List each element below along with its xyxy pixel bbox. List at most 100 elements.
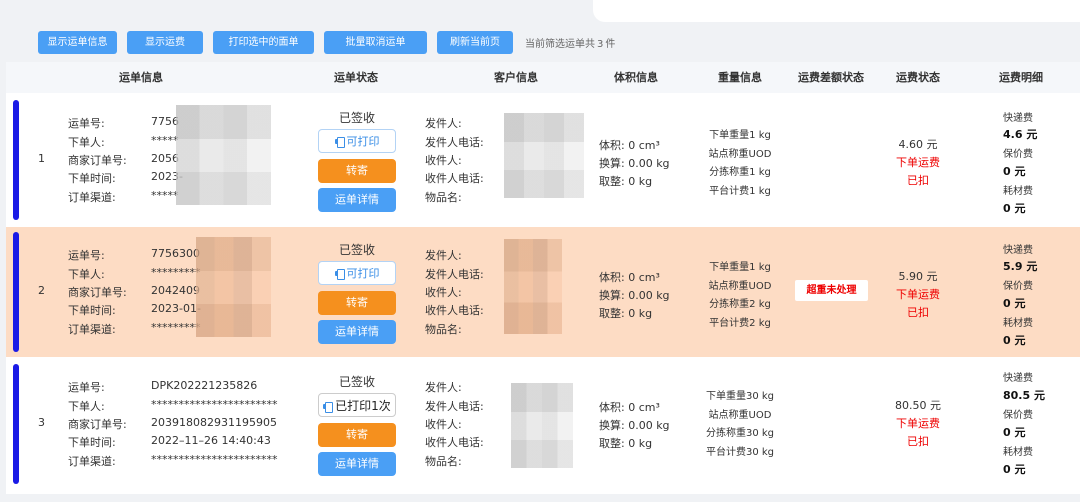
transfer-button[interactable]: 转寄 (318, 291, 396, 315)
printer-icon (334, 269, 345, 280)
volume: 体积: 0 cm³ (599, 139, 660, 152)
waybill-detail-button[interactable]: 运单详情 (318, 320, 396, 344)
fee-amount: 4.60 元 (898, 138, 938, 151)
row-index: 1 (38, 152, 45, 165)
fee-type: 下单运费 (896, 288, 940, 301)
label-item-name: 物品名: (425, 455, 462, 468)
label-receiver: 收件人: (425, 154, 462, 167)
print-label: 可打印 (346, 267, 380, 280)
print-button[interactable]: 已打印1次 (318, 393, 396, 417)
insurance-fee-value: 0 元 (1003, 297, 1026, 310)
converted-weight: 换算: 0.00 kg (599, 157, 670, 170)
insurance-fee-label: 保价费 (1003, 149, 1033, 160)
weight-sort: 分拣称重1 kg (709, 167, 771, 178)
transfer-button[interactable]: 转寄 (318, 423, 396, 447)
refresh-page-button[interactable]: 刷新当前页 (437, 31, 513, 54)
top-panel (593, 0, 1080, 22)
waybill-detail-button[interactable]: 运单详情 (318, 452, 396, 476)
merchant-order-no: 203918082931195905 (151, 416, 277, 429)
selected-count: 当前筛选运单共 3 件 (525, 35, 615, 50)
print-button[interactable]: 可打印 (318, 261, 396, 285)
table-row[interactable]: 1 运单号: 下单人: 商家订单号: 下单时间: 订单渠道: 7756 ****… (6, 95, 1080, 225)
label-channel: 订单渠道: (68, 455, 116, 468)
label-channel: 订单渠道: (68, 323, 116, 336)
table-row[interactable]: 2 运单号: 下单人: 商家订单号: 下单时间: 订单渠道: 7756300 *… (6, 227, 1080, 357)
fee-status: 已扣 (907, 435, 929, 448)
row-indicator (13, 232, 19, 352)
material-fee-value: 0 元 (1003, 202, 1026, 215)
label-item-name: 物品名: (425, 191, 462, 204)
header-waybill-info: 运单信息 (119, 71, 163, 84)
row-indicator (13, 100, 19, 220)
fee-status: 已扣 (907, 306, 929, 319)
channel: ***** (151, 189, 179, 202)
weight-station: 站点称重UOD (708, 410, 772, 421)
waybill-status: 已签收 (338, 111, 375, 125)
toolbar: 显示运单信息 显示运费 打印选中的面单 批量取消运单 刷新当前页 当前筛选运单共… (38, 31, 615, 54)
rounded-weight: 取整: 0 kg (599, 437, 653, 450)
label-merchant-order: 商家订单号: (68, 286, 127, 299)
transfer-button[interactable]: 转寄 (318, 159, 396, 183)
waybill-no: DPK202221235826 (151, 379, 258, 392)
selected-count-prefix: 当前筛选运单共 (525, 39, 595, 50)
privacy-mosaic (196, 237, 271, 337)
material-fee-value: 0 元 (1003, 463, 1026, 476)
orderer: ***** (151, 134, 179, 147)
show-freight-button[interactable]: 显示运费 (127, 31, 203, 54)
weight-platform: 平台计费2 kg (709, 318, 771, 329)
header-waybill-status: 运单状态 (334, 71, 378, 84)
material-fee-label: 耗材费 (1003, 186, 1033, 197)
fee-status: 已扣 (907, 174, 929, 187)
volume: 体积: 0 cm³ (599, 401, 660, 414)
label-order-time: 下单时间: (68, 172, 116, 185)
rounded-weight: 取整: 0 kg (599, 175, 653, 188)
label-receiver: 收件人: (425, 418, 462, 431)
label-sender: 发件人: (425, 381, 462, 394)
fee-type: 下单运费 (896, 156, 940, 169)
selected-count-number: 3 (597, 39, 604, 50)
weight-sort: 分拣称重30 kg (705, 428, 775, 439)
waybill-no: 7756 (151, 115, 179, 128)
label-waybill-no: 运单号: (68, 117, 105, 130)
header-weight-info: 重量信息 (718, 71, 762, 84)
row-index: 3 (38, 416, 45, 429)
waybill-detail-button[interactable]: 运单详情 (318, 188, 396, 212)
label-merchant-order: 商家订单号: (68, 154, 127, 167)
label-sender: 发件人: (425, 249, 462, 262)
printer-icon (334, 137, 345, 148)
express-fee-label: 快递费 (1003, 113, 1033, 124)
fee-amount: 80.50 元 (895, 399, 941, 412)
label-sender: 发件人: (425, 117, 462, 130)
waybill-status: 已签收 (338, 243, 375, 257)
insurance-fee-value: 0 元 (1003, 165, 1026, 178)
material-fee-label: 耗材费 (1003, 447, 1033, 458)
weight-station: 站点称重UOD (708, 281, 772, 292)
converted-weight: 换算: 0.00 kg (599, 289, 670, 302)
weight-platform: 平台计费30 kg (705, 447, 775, 458)
weight-order: 下单重量1 kg (709, 262, 771, 273)
label-receiver-phone: 收件人电话: (425, 436, 484, 449)
order-time: 2022–11–26 14:40:43 (151, 434, 271, 447)
selected-count-suffix: 件 (605, 39, 616, 50)
channel: ********* (151, 321, 201, 334)
privacy-mosaic (176, 105, 271, 205)
table-row[interactable]: 3 运单号: 下单人: 商家订单号: 下单时间: 订单渠道: DPK202221… (6, 359, 1080, 489)
batch-cancel-button[interactable]: 批量取消运单 (324, 31, 427, 54)
print-selected-button[interactable]: 打印选中的面单 (213, 31, 314, 54)
privacy-mosaic (504, 113, 584, 198)
printer-icon (323, 402, 334, 413)
insurance-fee-label: 保价费 (1003, 410, 1033, 421)
header-customer-info: 客户信息 (494, 71, 538, 84)
waybill-status: 已签收 (338, 375, 375, 389)
label-order-time: 下单时间: (68, 304, 116, 317)
show-waybill-info-button[interactable]: 显示运单信息 (38, 31, 117, 54)
orderer: *********************** (151, 398, 278, 411)
label-channel: 订单渠道: (68, 191, 116, 204)
print-button[interactable]: 可打印 (318, 129, 396, 153)
label-orderer: 下单人: (68, 268, 105, 281)
print-label: 可打印 (346, 135, 380, 148)
express-fee-value: 5.9 元 (1003, 260, 1038, 273)
header-diff-status: 运费差额状态 (798, 71, 864, 84)
label-orderer: 下单人: (68, 136, 105, 149)
weight-station: 站点称重UOD (708, 149, 772, 160)
